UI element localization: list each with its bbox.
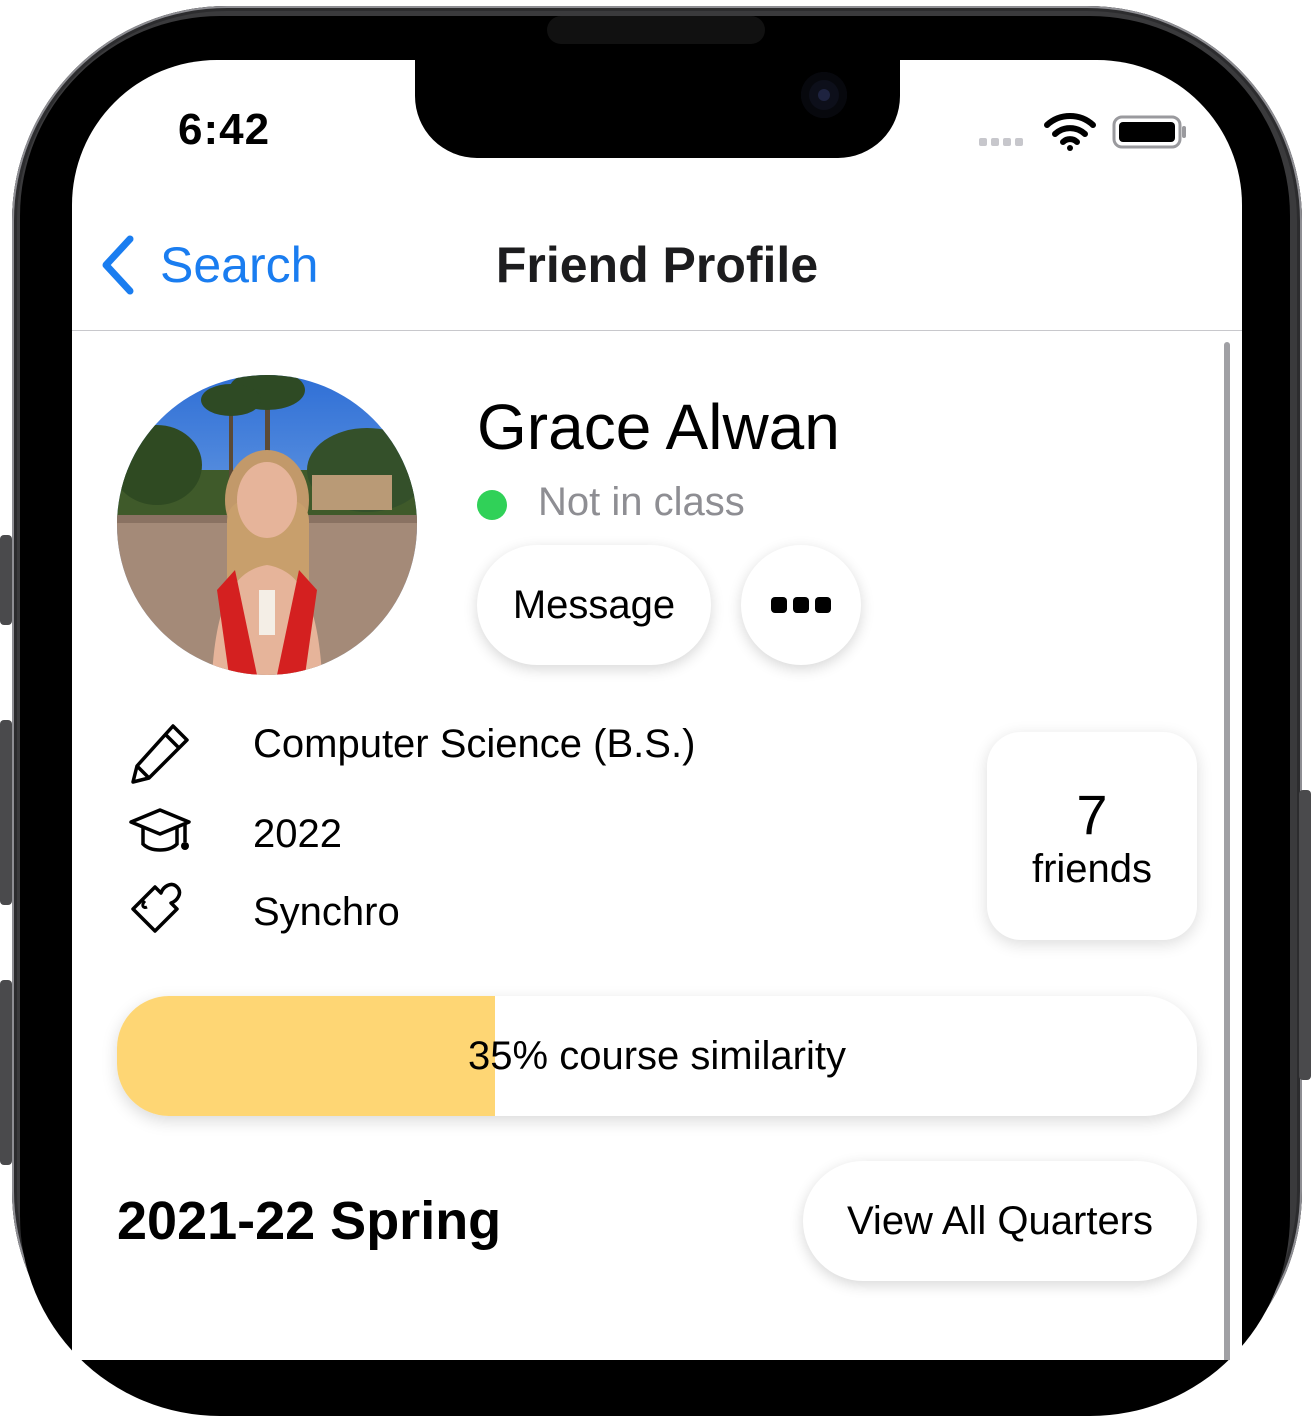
status-indicator	[477, 490, 507, 520]
side-button	[0, 980, 12, 1165]
front-camera	[801, 72, 847, 118]
avatar	[117, 375, 417, 675]
screen: 6:42 Search Friend Profile Grace Alwan N…	[72, 60, 1242, 1360]
more-button[interactable]	[741, 545, 861, 665]
avatar-photo	[117, 375, 417, 675]
view-all-quarters-label: View All Quarters	[846, 1198, 1154, 1243]
message-button[interactable]: Message	[477, 545, 711, 665]
profile-name: Grace Alwan	[477, 391, 840, 463]
notch	[415, 60, 900, 158]
activity-text: Synchro	[253, 890, 400, 934]
course-similarity-bar: 35% course similarity	[117, 996, 1197, 1116]
wifi-icon	[1044, 113, 1096, 151]
friends-count-card[interactable]: 7 friends	[987, 732, 1197, 940]
message-button-label: Message	[512, 582, 676, 627]
friends-count: 7	[1076, 783, 1108, 846]
ellipsis-icon	[771, 597, 831, 613]
class-year-text: 2022	[253, 812, 342, 856]
side-button	[0, 535, 12, 625]
side-button	[0, 720, 12, 905]
earpiece-speaker	[547, 16, 765, 44]
major-text: Computer Science (B.S.)	[253, 722, 696, 766]
battery-icon	[1112, 115, 1186, 149]
status-text: Not in class	[538, 480, 745, 524]
power-button	[1299, 790, 1311, 1080]
quarter-title: 2021-22 Spring	[117, 1191, 502, 1251]
cellular-signal-icon	[979, 138, 1023, 146]
course-similarity-text: 35% course similarity	[468, 1033, 846, 1078]
scrollbar[interactable]	[1224, 342, 1230, 1360]
puzzle-icon	[131, 882, 182, 933]
friends-label: friends	[1031, 847, 1153, 891]
status-time: 6:42	[178, 105, 271, 154]
pencil-icon	[131, 724, 189, 784]
page-title: Friend Profile	[495, 237, 819, 293]
graduation-cap-icon	[129, 808, 191, 852]
view-all-quarters-button[interactable]: View All Quarters	[803, 1161, 1197, 1281]
